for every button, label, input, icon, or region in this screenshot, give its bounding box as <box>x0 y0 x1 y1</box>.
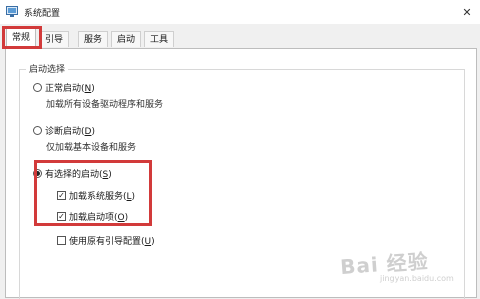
tab-tools[interactable]: 工具 <box>144 31 175 47</box>
window-title: 系统配置 <box>24 9 61 19</box>
tab-boot[interactable]: 引导 <box>39 31 70 47</box>
normal-startup-label[interactable]: 正常启动(N) <box>45 81 95 94</box>
diagnostic-startup-description: 仅加载基本设备和服务 <box>46 143 137 153</box>
use-original-boot-config-checkbox[interactable] <box>57 236 66 245</box>
baidu-watermark-url: jingyan.baidu.com <box>380 274 454 283</box>
tab-highlight-annotation <box>2 26 42 49</box>
normal-startup-description: 加载所有设备驱动程序和服务 <box>46 100 164 110</box>
system-config-icon <box>6 6 18 17</box>
title-bar <box>0 0 480 24</box>
selective-startup-highlight-annotation <box>34 160 152 226</box>
group-label: 启动选择 <box>26 62 69 75</box>
close-icon: ✕ <box>462 5 472 19</box>
tab-services[interactable]: 服务 <box>78 31 109 47</box>
diagnostic-startup-label[interactable]: 诊断启动(D) <box>45 124 95 137</box>
normal-startup-radio[interactable] <box>33 83 42 92</box>
close-button[interactable]: ✕ <box>458 3 476 21</box>
diagnostic-startup-radio[interactable] <box>33 126 42 135</box>
use-original-boot-config-label[interactable]: 使用原有引导配置(U) <box>69 234 155 247</box>
tab-startup[interactable]: 启动 <box>111 31 142 47</box>
